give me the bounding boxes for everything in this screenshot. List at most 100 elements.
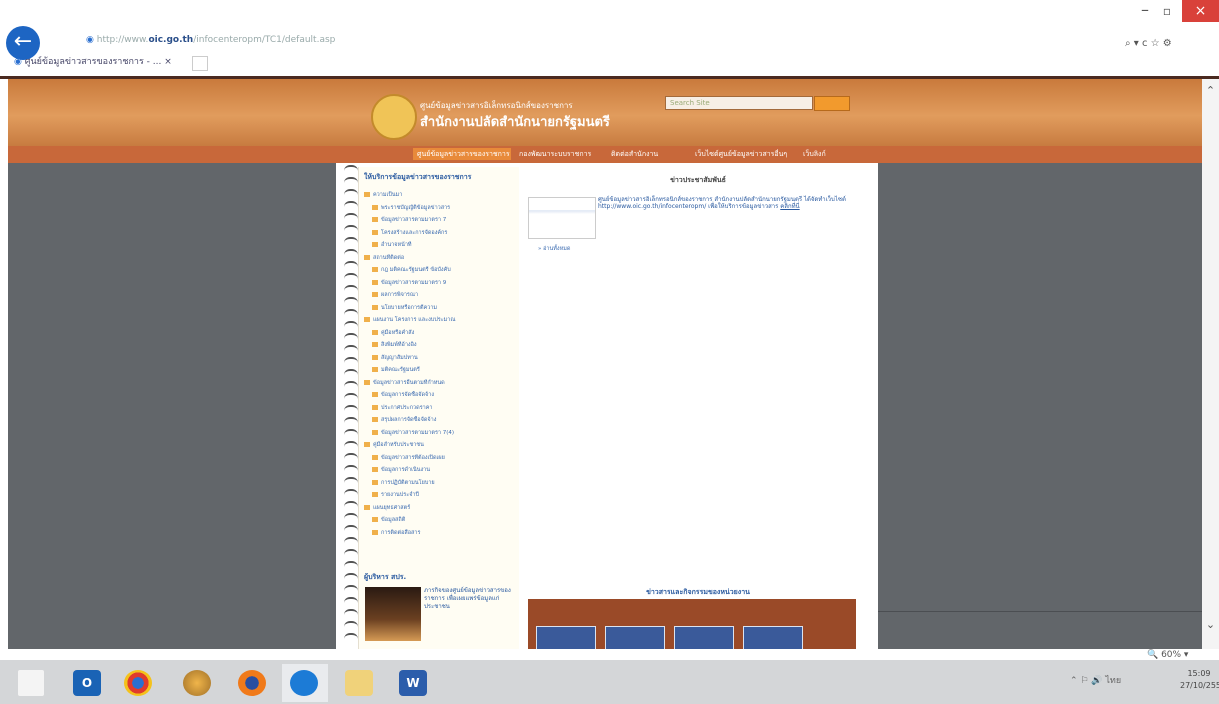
file-explorer-icon[interactable] (345, 670, 373, 696)
spiral-ring (344, 165, 358, 173)
outlook-icon[interactable]: O (73, 670, 101, 696)
web-page: ศูนย์ข้อมูลข่าวสารอิเล็กทรอนิกส์ของราชกา… (8, 79, 1202, 649)
spiral-ring (344, 417, 358, 425)
menu-item[interactable]: การติดต่อสื่อสาร (372, 529, 510, 537)
nav-item[interactable]: เว็บลิงก์ (803, 148, 833, 160)
spiral-ring (344, 321, 358, 329)
menu-item[interactable]: ข้อมูลข่าวสารตามมาตรา 7 (372, 216, 510, 224)
spiral-ring (344, 453, 358, 461)
spiral-ring (344, 405, 358, 413)
maximize-button[interactable]: ▫ (1158, 0, 1176, 22)
firefox-icon[interactable] (238, 670, 266, 696)
url-domain: oic.go.th (148, 35, 194, 45)
start-button[interactable] (18, 670, 44, 696)
video-section-title: ข่าวสารและกิจกรรมของหน่วยงาน (646, 588, 750, 596)
spiral-ring (344, 201, 358, 209)
spiral-ring (344, 213, 358, 221)
menu-item[interactable]: ผลการพิจารณา (372, 291, 510, 299)
new-tab-button[interactable] (192, 56, 208, 71)
nav-item[interactable]: ติดต่อสำนักงาน (611, 148, 677, 160)
tab-favicon-icon: ◉ (14, 57, 22, 67)
menu-item[interactable]: การปฏิบัติตามนโยบาย (372, 479, 510, 487)
sidebar-title: ให้บริการข้อมูลข่าวสารของราชการ (364, 173, 472, 181)
menu-item[interactable]: อำนาจหน้าที่ (372, 241, 510, 249)
menu-item[interactable]: สถานที่ติดต่อ (364, 254, 510, 262)
news-thumbnail[interactable] (528, 197, 596, 239)
nav-item[interactable]: กองพัฒนาระบบราชการ (519, 148, 605, 160)
menu-item[interactable]: มติคณะรัฐมนตรี (372, 366, 510, 374)
left-background (8, 163, 336, 649)
system-tray[interactable]: ⌃ ⚐ 🔊 ไทย (1070, 673, 1140, 689)
tab-close-icon[interactable]: × (164, 57, 172, 67)
page-icon: ◉ (86, 35, 94, 45)
minimize-button[interactable]: – (1136, 0, 1154, 22)
browser-tab[interactable]: ◉ ศูนย์ข้อมูลข่าวสารของราชการ - ... × (14, 54, 189, 70)
vertical-scrollbar[interactable] (1202, 79, 1219, 649)
menu-item[interactable]: แผนงาน โครงการ และงบประมาณ (364, 316, 510, 324)
browser-tools[interactable]: ⌕ ▾ c ☆ ⚙ (1125, 38, 1215, 52)
menu-item[interactable]: ข้อมูลข่าวสารตามมาตรา 9 (372, 279, 510, 287)
menu-item[interactable]: โครงสร้างและการจัดองค์กร (372, 229, 510, 237)
menu-item[interactable]: รายงานประจำปี (372, 491, 510, 499)
nav-item[interactable]: ศูนย์ข้อมูลข่าวสารของราชการ (413, 148, 511, 160)
spiral-ring (344, 225, 358, 233)
ceo-text[interactable]: ภารกิจของศูนย์ข้อมูลข่าวสารของราชการ เพื… (424, 587, 514, 643)
garuda-logo (371, 94, 417, 140)
address-bar[interactable]: ◉ http://www.oic.go.th/infocenteropm/TC1… (86, 35, 346, 49)
menu-item[interactable]: ข้อมูลข่าวสารที่ต้องเปิดเผย (372, 454, 510, 462)
menu-item[interactable]: คู่มือหรือคำสั่ง (372, 329, 510, 337)
main-content (520, 167, 878, 649)
video-thumbnail[interactable] (674, 626, 734, 649)
internet-explorer-icon[interactable] (290, 670, 318, 696)
app-icon[interactable] (183, 670, 211, 696)
menu-item[interactable]: ข้อมูลการดำเนินงาน (372, 466, 510, 474)
video-thumbnail[interactable] (743, 626, 803, 649)
nav-item[interactable]: เว็บไซต์ศูนย์ข้อมูลข่าวสารอื่นๆ (695, 148, 789, 160)
word-icon[interactable]: W (399, 670, 427, 696)
menu-item[interactable]: พระราชบัญญัติข้อมูลข่าวสาร (372, 204, 510, 212)
close-window-button[interactable]: × (1182, 0, 1219, 22)
menu-item[interactable]: สัญญาสัมปทาน (372, 354, 510, 362)
divider (878, 611, 1202, 612)
spiral-ring (344, 381, 358, 389)
spiral-ring (344, 633, 358, 641)
org-subtitle: ศูนย์ข้อมูลข่าวสารอิเล็กทรอนิกส์ของราชกา… (420, 101, 573, 110)
spiral-ring (344, 513, 358, 521)
scroll-down-icon[interactable]: ⌄ (1203, 618, 1218, 632)
menu-item[interactable]: คู่มือสำหรับประชาชน (364, 441, 510, 449)
menu-item[interactable]: ข้อมูลสถิติ (372, 516, 510, 524)
menu-item[interactable]: ข้อมูลข่าวสารอื่นตามที่กำหนด (364, 379, 510, 387)
site-search-button[interactable] (814, 96, 850, 111)
menu-item[interactable]: ความเป็นมา (364, 191, 510, 199)
menu-item[interactable]: นโยบายหรือการตีความ (372, 304, 510, 312)
spiral-ring (344, 489, 358, 497)
spiral-ring (344, 177, 358, 185)
spiral-ring (344, 297, 358, 305)
news-link[interactable]: คลิกที่นี่ (780, 203, 799, 210)
url-path: /infocenteropm/TC1/default.asp (193, 35, 336, 45)
scroll-up-icon[interactable]: ⌃ (1203, 84, 1218, 98)
menu-item[interactable]: กฎ มติคณะรัฐมนตรี ข้อบังคับ (372, 266, 510, 274)
news-more-link[interactable]: » อ่านทั้งหมด (538, 245, 598, 253)
menu-item[interactable]: ข้อมูลการจัดซื้อจัดจ้าง (372, 391, 510, 399)
news-body: ศูนย์ข้อมูลข่าวสารอิเล็กทรอนิกส์ของราชกา… (598, 196, 868, 236)
spiral-ring (344, 273, 358, 281)
spiral-ring (344, 429, 358, 437)
news-text: ศูนย์ข้อมูลข่าวสารอิเล็กทรอนิกส์ของราชกา… (598, 196, 846, 210)
ceo-photo[interactable] (365, 587, 421, 641)
arrow-left-icon: ← (13, 29, 33, 54)
menu-item[interactable]: ประกาศประกวดราคา (372, 404, 510, 412)
site-search-input[interactable]: Search Site (665, 96, 813, 110)
video-thumbnail[interactable] (605, 626, 665, 649)
spiral-ring (344, 441, 358, 449)
menu-item[interactable]: สิ่งพิมพ์ที่อ้างอิง (372, 341, 510, 349)
video-thumbnail[interactable] (536, 626, 596, 649)
menu-item[interactable]: แผนยุทธศาสตร์ (364, 504, 510, 512)
clock[interactable]: 15:09 27/10/2558 (1180, 668, 1219, 698)
menu-item[interactable]: ข้อมูลข่าวสารตามมาตรา 7(4) (372, 429, 510, 437)
spiral-ring (344, 549, 358, 557)
menu-item[interactable]: สรุปผลการจัดซื้อจัดจ้าง (372, 416, 510, 424)
spiral-ring (344, 573, 358, 581)
spiral-ring (344, 309, 358, 317)
chrome-icon[interactable] (124, 670, 152, 696)
